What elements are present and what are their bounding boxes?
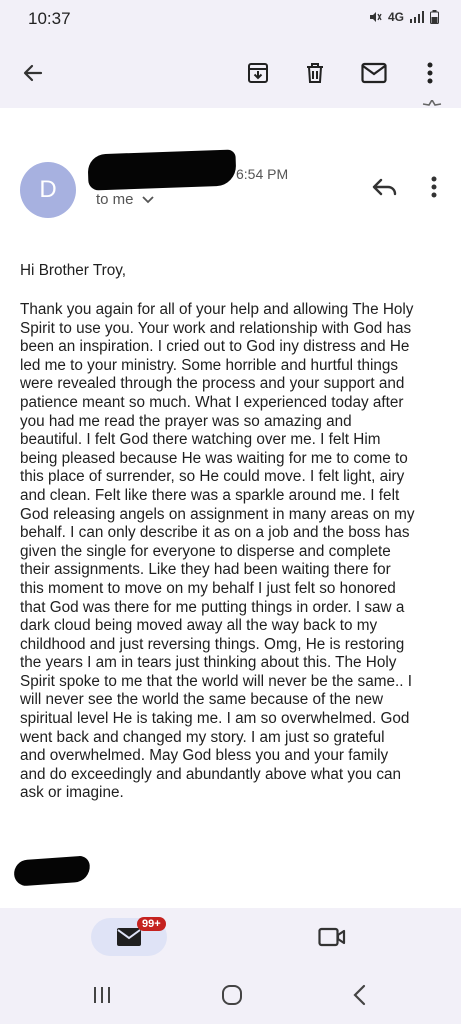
- reply-icon: [372, 178, 397, 196]
- email-body: Thank you again for all of your help and…: [20, 301, 415, 802]
- recent-apps-icon[interactable]: [92, 985, 112, 1005]
- more-options-button[interactable]: [410, 53, 450, 93]
- video-icon[interactable]: [318, 926, 346, 948]
- chevron-down-icon: [141, 195, 154, 203]
- trash-icon: [307, 63, 323, 83]
- reply-button[interactable]: [369, 172, 401, 204]
- mark-unread-button[interactable]: [354, 53, 394, 93]
- bottom-nav: [0, 908, 461, 966]
- email-time: 6:54 PM: [236, 166, 289, 182]
- message-more-button[interactable]: [420, 172, 448, 204]
- system-nav: [0, 966, 461, 1024]
- signal-icon: [410, 11, 424, 23]
- archive-icon: [248, 63, 268, 83]
- delete-button[interactable]: [295, 53, 335, 93]
- recipient-toggle[interactable]: to me: [96, 191, 154, 208]
- avatar[interactable]: D: [20, 162, 76, 218]
- more-vert-icon: [427, 62, 433, 84]
- mute-icon: [369, 12, 382, 22]
- status-time: 10:37: [28, 9, 71, 28]
- redaction-mark: [87, 149, 237, 191]
- mail-icon: [361, 62, 387, 84]
- star-icon[interactable]: [420, 100, 444, 114]
- app-bar: [0, 38, 461, 108]
- status-icons: 4G: [368, 10, 439, 24]
- email-greeting: Hi Brother Troy,: [20, 262, 126, 279]
- mail-badge: 99+: [137, 917, 166, 931]
- avatar-initial: D: [39, 176, 57, 203]
- arrow-left-icon: [23, 64, 43, 82]
- recipient-label: to me: [96, 191, 134, 208]
- archive-button[interactable]: [238, 53, 278, 93]
- mail-tab-icon: [117, 928, 141, 946]
- network-label: 4G: [387, 10, 404, 24]
- battery-icon: [430, 10, 439, 24]
- back-nav-icon[interactable]: [352, 984, 368, 1006]
- back-button[interactable]: [13, 53, 53, 93]
- status-bar: 10:37 4G: [0, 0, 461, 38]
- home-icon[interactable]: [220, 983, 244, 1007]
